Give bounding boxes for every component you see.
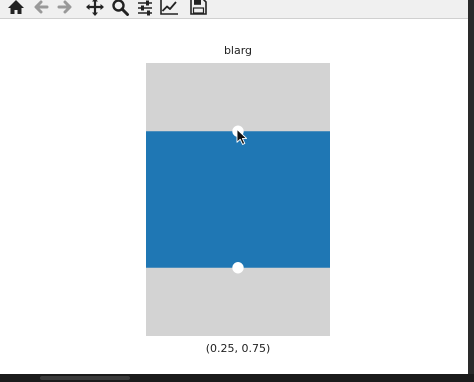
span-lower-handle	[232, 262, 244, 274]
axes-area[interactable]	[146, 63, 330, 336]
forward-arrow-icon[interactable]	[55, 0, 75, 16]
window-edge	[468, 0, 474, 382]
taskbar-item	[40, 376, 130, 380]
configure-subplots-icon[interactable]	[135, 0, 155, 16]
coordinate-readout: (0.25, 0.75)	[205, 342, 271, 355]
pan-icon[interactable]	[85, 0, 105, 16]
save-icon[interactable]	[188, 0, 208, 16]
navigation-toolbar	[0, 0, 468, 19]
zoom-icon[interactable]	[110, 0, 130, 16]
back-arrow-icon[interactable]	[31, 0, 51, 16]
span-selection	[146, 131, 330, 268]
axes-title: blarg	[223, 44, 253, 57]
edit-axis-icon[interactable]	[159, 0, 179, 16]
home-icon[interactable]	[6, 0, 26, 16]
figure-window: blarg (0.25, 0.75)	[0, 0, 468, 374]
taskbar-strip	[0, 374, 474, 382]
